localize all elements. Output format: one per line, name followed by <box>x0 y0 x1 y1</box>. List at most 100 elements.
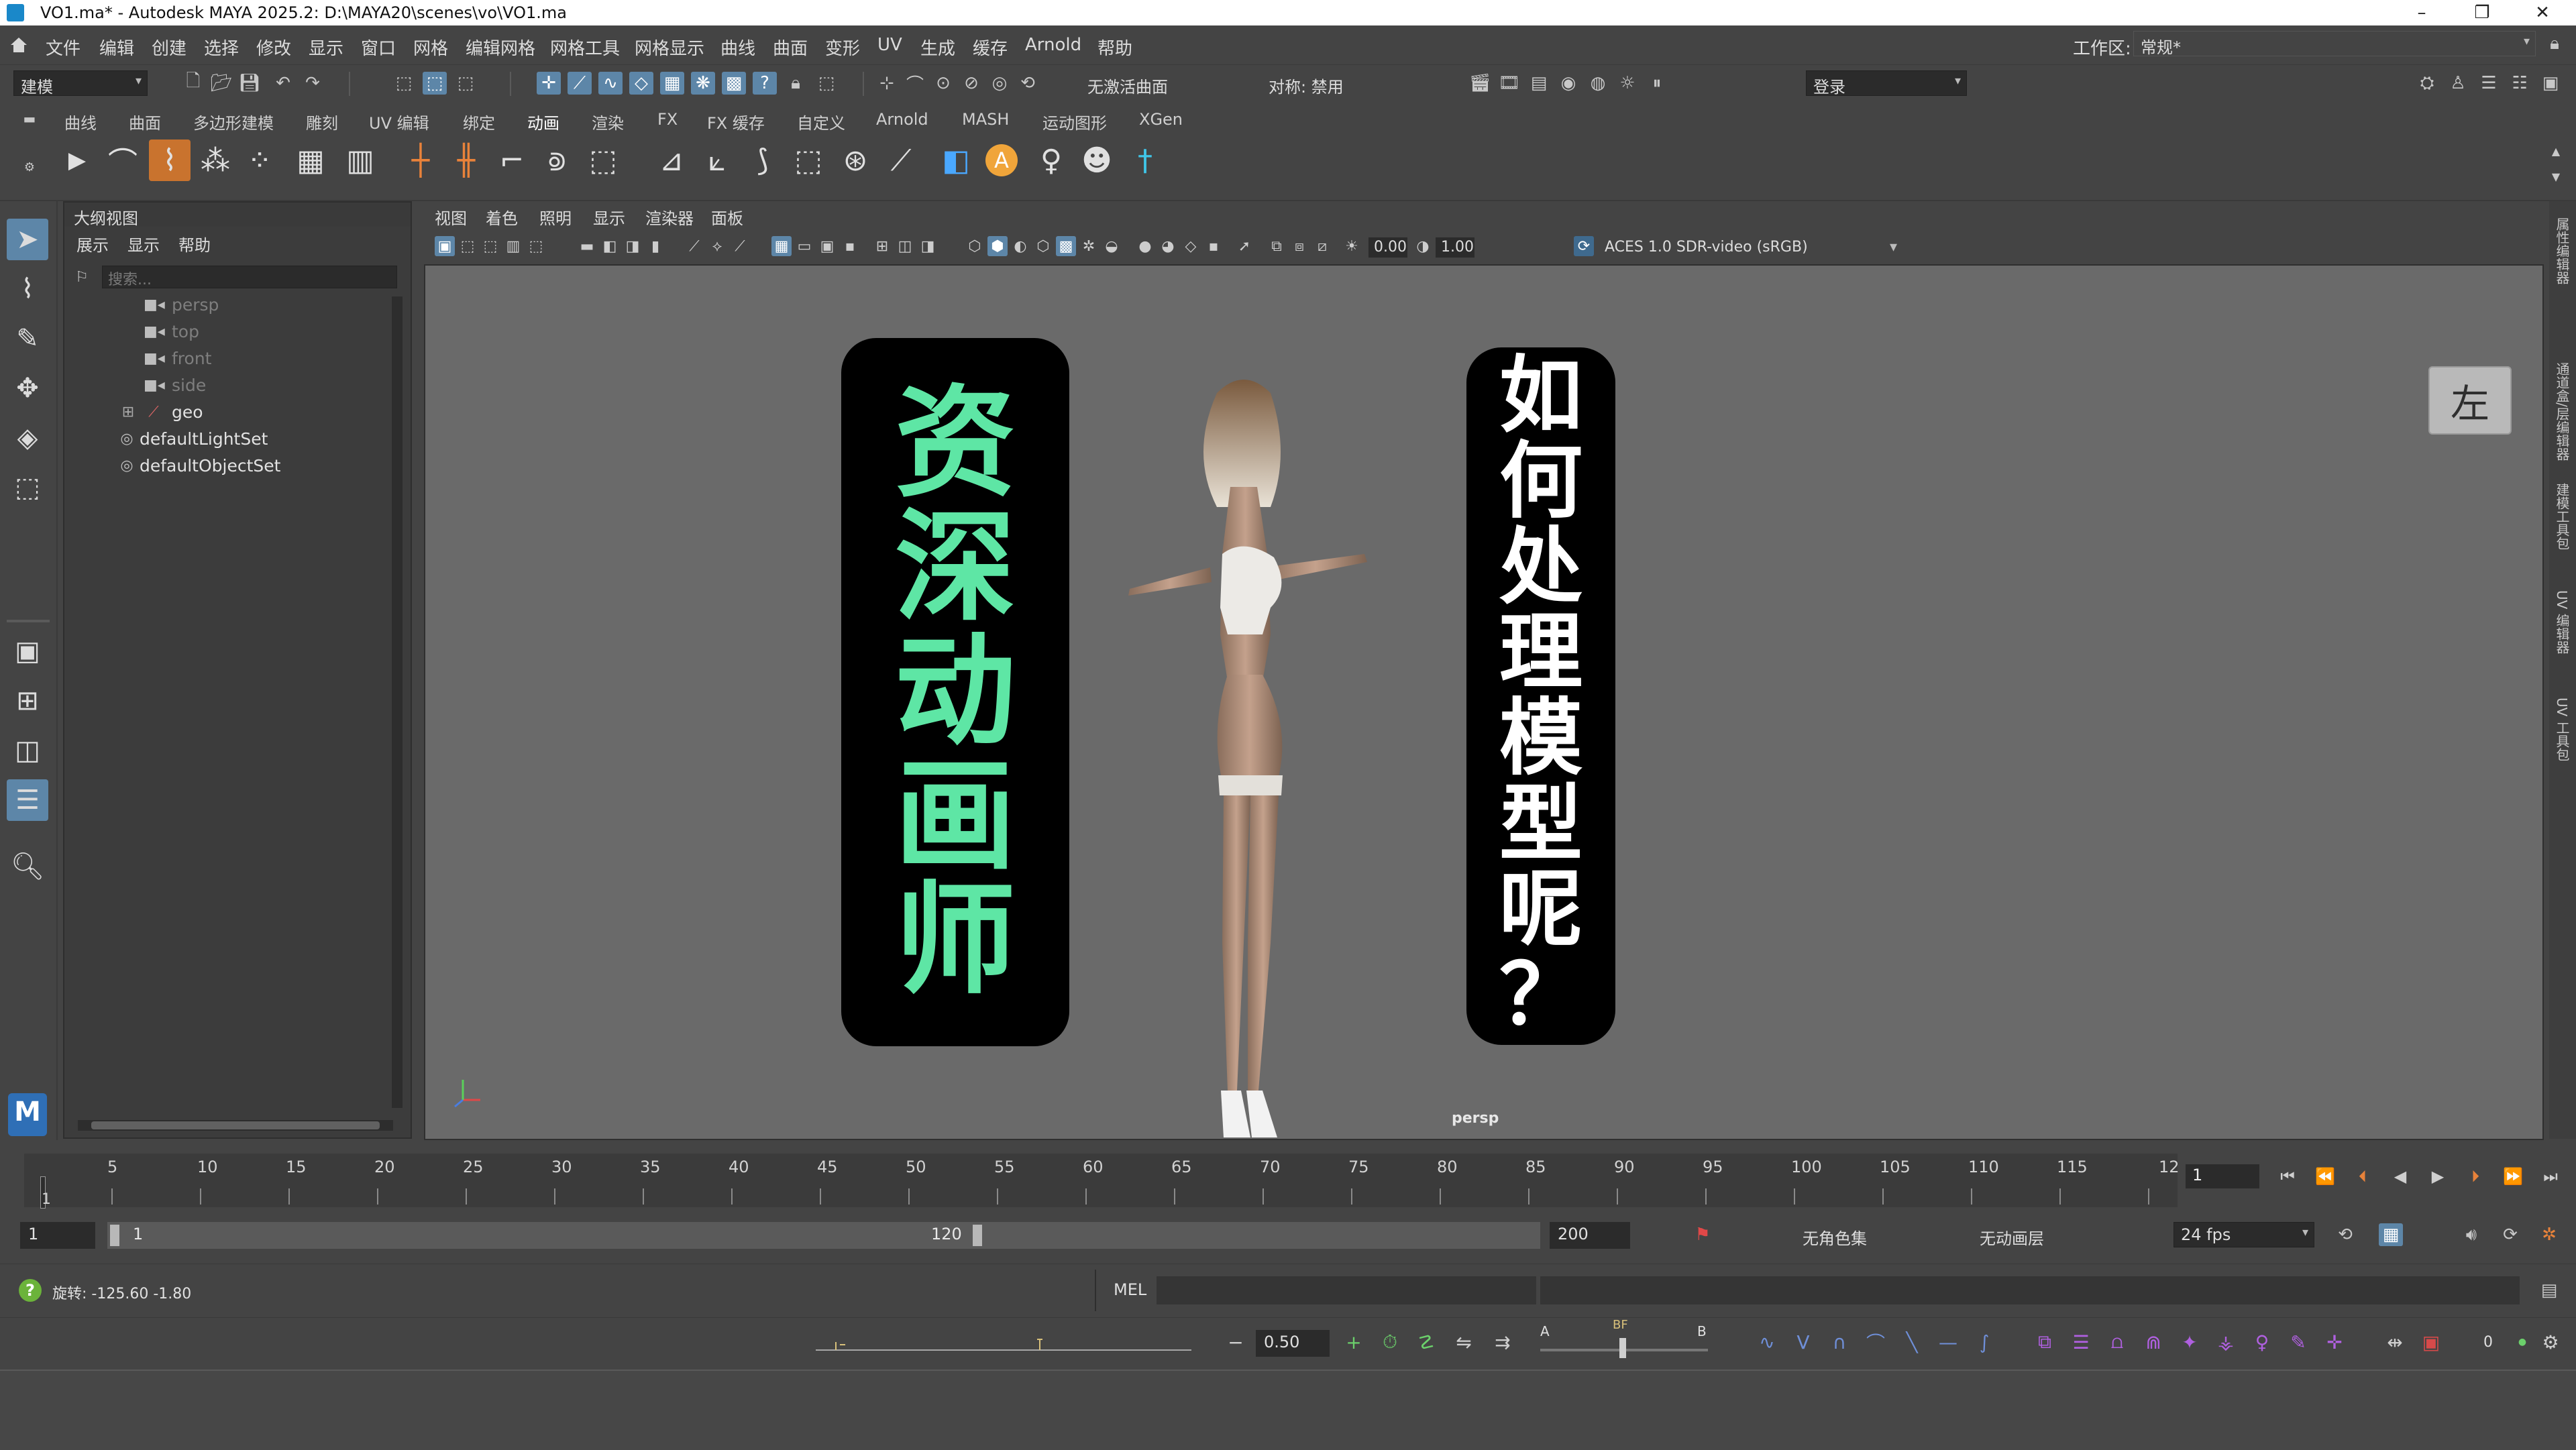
animation-start-field[interactable]: 1 <box>20 1222 95 1249</box>
loop-icon[interactable]: ⟲ <box>2333 1223 2357 1246</box>
frame-all-icon[interactable]: ⧈ <box>1289 236 1309 256</box>
tangent-align-icon[interactable]: ⇋ <box>1452 1330 1476 1354</box>
menu-mesh[interactable]: 网格 <box>413 35 448 60</box>
menu-surfaces[interactable]: 曲面 <box>773 35 808 60</box>
maximize-button[interactable]: ❐ <box>2455 0 2509 25</box>
modeling-toolkit-icon[interactable]: ⛭ <box>2415 72 2439 95</box>
script-editor-icon[interactable]: ▤ <box>2537 1279 2561 1302</box>
editable-motion-trail-icon[interactable]: ⌇ <box>149 140 191 181</box>
range-slider-bar[interactable]: 1 120 <box>107 1222 1540 1249</box>
outliner-layout-icon[interactable]: ☰ <box>7 779 48 821</box>
light-editor-icon[interactable]: ☼ <box>1615 72 1640 95</box>
use-all-lights-icon[interactable]: ◐ <box>1010 236 1030 256</box>
pause-viewport-icon[interactable]: ⏸ <box>1645 72 1669 95</box>
select-dynamics-icon[interactable]: ❋ <box>691 72 715 95</box>
symmetry-dropdown[interactable]: 对称: 禁用 <box>1261 70 1406 97</box>
viewport-menu-lighting[interactable]: 照明 <box>539 205 572 229</box>
lock-selection-icon[interactable]: 🔒︎ <box>784 72 808 95</box>
shelf-tab-rendering[interactable]: 渲染 <box>592 110 624 133</box>
attribute-editor-icon[interactable]: ☰ <box>2477 72 2501 95</box>
2d-pan-zoom-icon[interactable]: ⬚ <box>526 236 546 256</box>
select-deformations-icon[interactable]: ▦ <box>660 72 684 95</box>
t-pose-icon[interactable]: † <box>1124 140 1166 181</box>
resolution-gate-icon[interactable]: ▮ <box>645 236 665 256</box>
filter-icon[interactable]: ⚐ <box>70 266 94 288</box>
wire-icon[interactable]: ⟋ <box>880 140 922 181</box>
help-icon[interactable]: ? <box>19 1279 42 1302</box>
step-tangent-icon[interactable]: — <box>1936 1330 1960 1354</box>
select-handles-icon[interactable]: ✛ <box>537 72 561 95</box>
menu-edit-mesh[interactable]: 编辑网格 <box>466 35 535 60</box>
fps-dropdown[interactable]: 24 fps ▾ <box>2174 1222 2314 1247</box>
xray-joints-icon[interactable]: ▪ <box>840 236 860 256</box>
character-controls-icon[interactable]: ♙ <box>2446 72 2470 95</box>
shelf-scroll-down-icon[interactable]: ▼ <box>2544 165 2568 188</box>
exposure-icon[interactable]: ☀ <box>1342 236 1362 256</box>
viewport-menu-show[interactable]: 显示 <box>593 205 625 229</box>
ghost-icon[interactable]: ⁂ <box>195 140 236 181</box>
auto-tangent-icon[interactable]: ∿ <box>1755 1330 1779 1354</box>
menu-set-dropdown[interactable]: 建模 ▾ <box>13 70 148 97</box>
new-scene-icon[interactable]: 🗋 <box>181 71 205 95</box>
select-rendering-icon[interactable]: ▩ <box>722 72 746 95</box>
shelf-tab-animation[interactable]: 动画 <box>527 110 559 133</box>
shelf-tab-curves[interactable]: 曲线 <box>64 110 97 133</box>
undo-icon[interactable]: ↶ <box>271 72 295 95</box>
shadows-icon[interactable]: ⬡ <box>1033 236 1053 256</box>
playblast-icon[interactable]: ▶ <box>56 140 98 181</box>
render-view-icon[interactable]: ◍ <box>1586 72 1610 95</box>
view-cube[interactable]: 左 <box>2428 366 2512 435</box>
open-scene-icon[interactable]: 📂︎ <box>209 72 233 95</box>
outliner-item-geo[interactable]: ⊞ ⟋ geo <box>122 402 203 422</box>
unghost-icon[interactable]: ⁘ <box>239 140 280 181</box>
settings-gear-icon[interactable]: ⚙︎ <box>2538 1330 2563 1354</box>
home-icon[interactable] <box>9 36 28 54</box>
cluster-icon[interactable]: ⬚ <box>788 140 829 181</box>
spiral-icon[interactable]: ☡ <box>1414 1330 1438 1354</box>
snap-point-icon[interactable]: ⊙ <box>931 72 955 95</box>
xray-icon[interactable]: ▩ <box>1056 236 1076 256</box>
orient-constraint-icon[interactable]: ⊿ <box>651 140 692 181</box>
cache-playback-icon[interactable]: ▦ <box>2379 1223 2403 1246</box>
dock-tab-uv-toolkit[interactable]: UV 工具包 <box>2552 698 2572 761</box>
pole-vector-icon[interactable]: ⟆ <box>742 140 784 181</box>
grease-pencil-icon[interactable]: ▬ <box>577 236 597 256</box>
turntable-icon[interactable]: ▦ <box>290 140 331 181</box>
flat-tangent-icon[interactable]: ⌒ <box>1864 1330 1888 1354</box>
gate-mask-icon[interactable]: ⟋ <box>684 236 704 256</box>
shelf-tab-rigging[interactable]: 绑定 <box>463 110 495 133</box>
menu-generate[interactable]: 生成 <box>920 35 955 60</box>
ik-handle-icon[interactable]: ╫ <box>445 140 487 181</box>
auto-key-icon[interactable]: ⚑ <box>1690 1223 1715 1246</box>
range-end-handle[interactable] <box>973 1225 982 1246</box>
plus-icon[interactable]: + <box>1342 1330 1366 1354</box>
blend-slider-handle[interactable] <box>1619 1338 1626 1358</box>
redo-icon[interactable]: ↷ <box>301 72 325 95</box>
menu-windows[interactable]: 窗口 <box>361 35 396 60</box>
lock-icon[interactable]: 🔒︎ <box>2542 32 2567 55</box>
step-forward-frame-icon[interactable]: ⏵ <box>2462 1164 2489 1188</box>
shelf-tab-mash[interactable]: MASH <box>962 110 1009 129</box>
linear-tangent-icon[interactable]: ╲ <box>1900 1330 1924 1354</box>
menu-file[interactable]: 文件 <box>46 35 80 60</box>
menu-mesh-tools[interactable]: 网格工具 <box>550 35 620 60</box>
shelf-tab-fx[interactable]: FX <box>657 110 678 129</box>
insert-key-icon[interactable]: ✛ <box>2322 1330 2347 1354</box>
bookmark-icon[interactable]: ⬚ <box>480 236 500 256</box>
select-tool-icon[interactable]: ➤ <box>7 219 48 260</box>
outliner-menu-help[interactable]: 帮助 <box>178 232 211 256</box>
gamma-field[interactable]: 1.00 <box>1436 237 1474 258</box>
highlight-selection-icon[interactable]: ⬚ <box>814 72 839 95</box>
anim-layer-dropdown[interactable]: 无动画层 <box>1972 1222 2131 1248</box>
outliner-item-top[interactable]: ■◂ top <box>144 322 199 341</box>
aim-constraint-icon[interactable]: ⟀ <box>696 140 738 181</box>
color-space-dropdown[interactable]: ACES 1.0 SDR-video (sRGB) ▾ <box>1599 237 1901 258</box>
playback-options-icon[interactable]: ✲ <box>2537 1223 2561 1246</box>
anim-prefs-icon[interactable]: ⟳ <box>2498 1223 2522 1246</box>
isolate-select-icon[interactable]: ● <box>1135 236 1155 256</box>
buffer-curve-icon[interactable]: ⧉ <box>2033 1330 2057 1354</box>
key-stats-icon[interactable]: ♀ <box>2250 1330 2274 1354</box>
weight-field[interactable]: 0.50 <box>1256 1330 1330 1357</box>
gamma-icon[interactable]: ◑ <box>1413 236 1433 256</box>
step-back-frame-icon[interactable]: ⏴ <box>2349 1164 2376 1188</box>
